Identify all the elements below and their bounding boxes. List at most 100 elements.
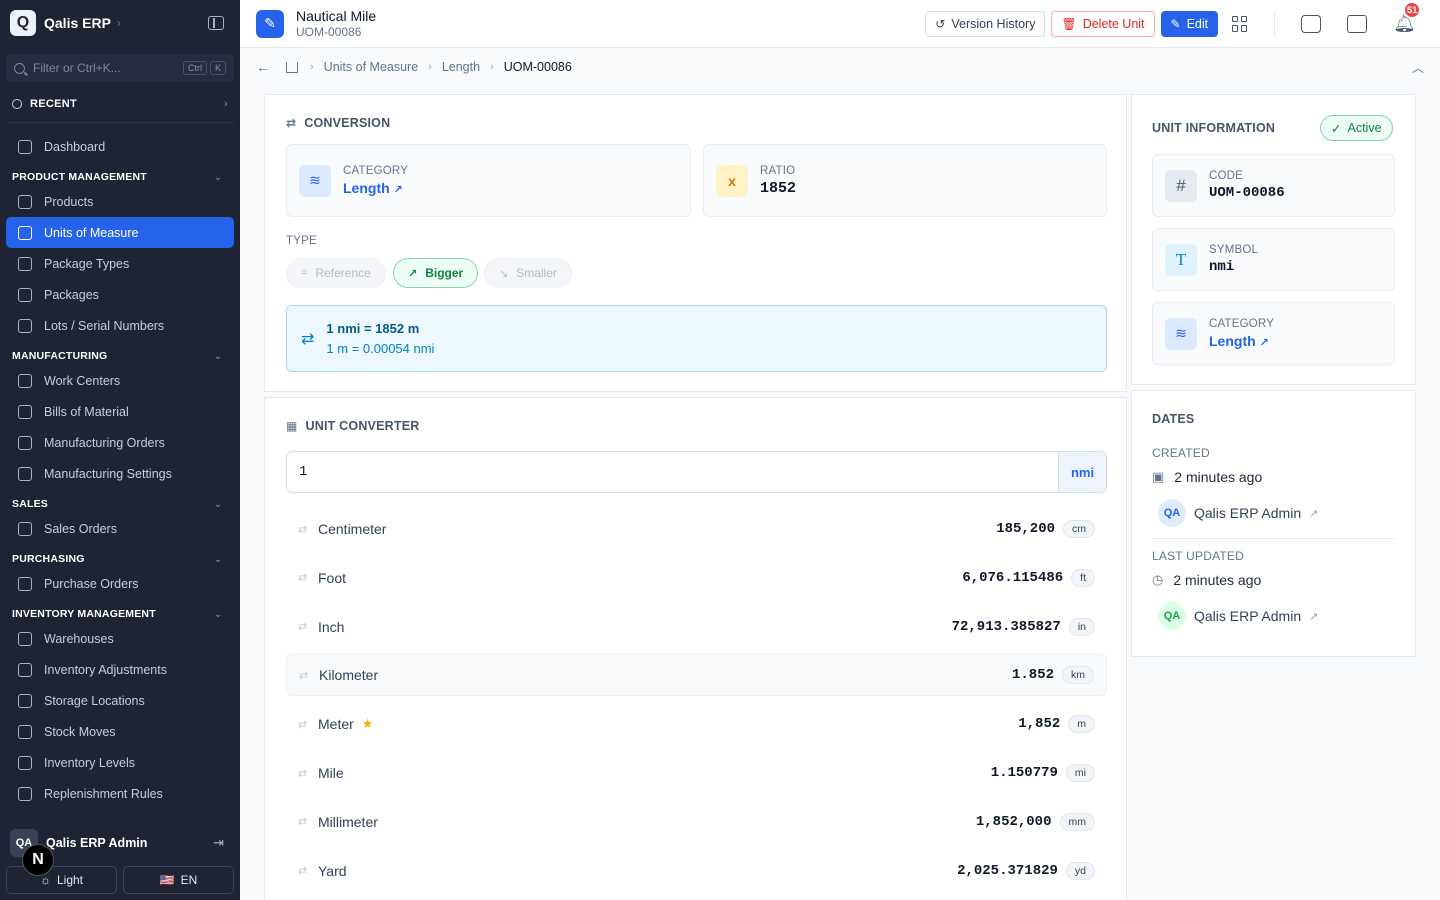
sidebar-item-stock-moves[interactable]: Stock Moves: [6, 716, 234, 747]
updated-by-link[interactable]: QA Qalis ERP Admin ↗: [1158, 602, 1318, 630]
sidebar-section-2[interactable]: SALES ⌄: [0, 495, 240, 513]
sidebar-item-package-types[interactable]: Package Types: [6, 248, 234, 279]
nav-sections: PRODUCT MANAGEMENT ⌄ Products Units of Meas…: [0, 168, 240, 809]
chevron-up-icon[interactable]: ︿: [1412, 59, 1424, 76]
sidebar-item-storage-locations[interactable]: Storage Locations: [6, 685, 234, 716]
sidebar-item-replenishment-rules[interactable]: Replenishment Rules: [6, 778, 234, 809]
converter-row[interactable]: ⇄ Mile 1.150779 mi: [286, 752, 1107, 794]
sidebar-item-warehouses[interactable]: Warehouses: [6, 623, 234, 654]
sidebar-item-products[interactable]: Products: [6, 186, 234, 217]
unit-symbol-badge: ft: [1071, 568, 1095, 587]
version-history-label: Version History: [951, 16, 1036, 31]
type-reference-label: Reference: [315, 266, 371, 280]
breadcrumb-units-of-measure[interactable]: Units of Measure: [324, 60, 418, 74]
breadcrumb-separator: ›: [428, 61, 432, 73]
sidebar-section-0[interactable]: PRODUCT MANAGEMENT ⌄: [0, 168, 240, 186]
chevron-right-icon: ›: [116, 16, 121, 30]
sidebar-item-label: Manufacturing Orders: [44, 435, 165, 450]
sidebar-item-units-of-measure[interactable]: Units of Measure: [6, 217, 234, 248]
created-by-link[interactable]: QA Qalis ERP Admin ↗: [1158, 499, 1318, 527]
converter-row[interactable]: ⇄ Foot 6,076.115486 ft: [286, 557, 1107, 599]
sidebar-collapse-icon[interactable]: [208, 16, 224, 30]
sidebar-item-manufacturing-orders[interactable]: Manufacturing Orders: [6, 427, 234, 458]
notification-count-badge: 51: [1403, 1, 1422, 19]
theme-toggle-button[interactable]: ☼ Light: [6, 866, 117, 894]
code-value: UOM-00086: [1209, 185, 1285, 201]
nav-item-icon: [18, 521, 32, 536]
formula-forward: 1 nmi = 1852 m: [326, 321, 420, 336]
divider: [6, 122, 234, 123]
delete-unit-button[interactable]: 🗑 Delete Unit: [1051, 10, 1155, 37]
sidebar-item-label: Dashboard: [44, 139, 106, 154]
sidebar-item-dashboard[interactable]: Dashboard: [6, 131, 234, 162]
conversion-title-text: CONVERSION: [304, 116, 391, 130]
recent-toggle[interactable]: RECENT ›: [12, 98, 228, 110]
breadcrumb-length[interactable]: Length: [442, 60, 480, 74]
back-arrow-icon[interactable]: ←: [256, 59, 270, 75]
breadcrumb-separator: ›: [490, 61, 494, 73]
converter-row[interactable]: ⇄ Yard 2,025.371829 yd: [286, 850, 1107, 892]
updated-by-name: Qalis ERP Admin: [1194, 608, 1302, 624]
chat-icon[interactable]: [1347, 14, 1368, 33]
home-icon[interactable]: [286, 61, 298, 73]
sidebar-item-label: Storage Locations: [44, 693, 145, 708]
recent-label: RECENT: [30, 98, 78, 110]
unit-name: Millimeter: [318, 813, 378, 830]
n-badge[interactable]: N: [22, 844, 54, 876]
converter-row[interactable]: ⇄ Centimeter 185,200 cm: [286, 508, 1107, 550]
star-icon: ★: [361, 716, 374, 732]
sidebar-filter-input[interactable]: Filter or Ctrl+K... Ctrl K: [6, 54, 234, 82]
category-label: CATEGORY: [343, 165, 409, 177]
sidebar-item-label: Work Centers: [44, 373, 121, 388]
sidebar-item-sales-orders[interactable]: Sales Orders: [6, 513, 234, 544]
nav-item-icon: [18, 662, 32, 677]
nav-item-icon: [18, 225, 32, 240]
sidebar-item-lots-serial-numbers[interactable]: Lots / Serial Numbers: [6, 310, 234, 341]
converted-value: 2,025.371829: [957, 862, 1058, 879]
sidebar-item-bills-of-material[interactable]: Bills of Material: [6, 396, 234, 427]
sidebar-section-1[interactable]: MANUFACTURING ⌄: [0, 347, 240, 365]
calculator-icon: ▦: [286, 419, 298, 433]
version-history-button[interactable]: ↺ Version History: [925, 10, 1046, 37]
converter-row[interactable]: ⇄ Millimeter 1,852,000 mm: [286, 801, 1107, 843]
sidebar-item-manufacturing-settings[interactable]: Manufacturing Settings: [6, 458, 234, 489]
converter-row[interactable]: ⇄ Meter ★ 1,852 m: [286, 703, 1107, 745]
logout-icon[interactable]: ⇥: [213, 835, 224, 851]
breadcrumb-current: UOM-00086: [503, 60, 572, 74]
external-link-icon: ↗: [393, 184, 403, 196]
converted-value: 1,852: [1018, 716, 1061, 733]
sidebar-item-inventory-levels[interactable]: Inventory Levels: [6, 747, 234, 778]
converter-input-value[interactable]: 1: [287, 452, 1058, 492]
info-category-tile: ≋ CATEGORY Length ↗: [1152, 302, 1395, 365]
category-link[interactable]: Length ↗: [343, 180, 408, 196]
edit-button[interactable]: ✎ Edit: [1160, 10, 1219, 37]
type-bigger: ↗ Bigger: [393, 258, 479, 288]
language-button[interactable]: 🇺🇸 EN: [123, 866, 234, 894]
converter-row[interactable]: ⇄ Kilometer 1.852 km: [286, 654, 1107, 697]
unit-name: Mile: [318, 765, 344, 781]
robot-icon[interactable]: [1301, 14, 1322, 33]
sidebar-section-4[interactable]: INVENTORY MANAGEMENT ⌄: [0, 605, 240, 623]
chevron-down-icon: ⌄: [214, 498, 222, 509]
brand[interactable]: Q Qalis ERP ›: [0, 0, 240, 46]
sidebar-item-purchase-orders[interactable]: Purchase Orders: [6, 568, 234, 599]
sidebar-section-title: INVENTORY MANAGEMENT: [12, 608, 156, 620]
sidebar-item-label: Sales Orders: [44, 521, 117, 536]
category-value: Length: [343, 180, 390, 196]
created-label: CREATED: [1152, 446, 1210, 460]
sidebar-item-inventory-adjustments[interactable]: Inventory Adjustments: [6, 654, 234, 685]
converter-input[interactable]: 1 nmi: [286, 451, 1107, 493]
nav-item-icon: [18, 576, 32, 591]
unit-converter-card: ▦ UNIT CONVERTER 1 nmi ⇄ Centimeter 185,20…: [264, 397, 1127, 900]
notifications-button[interactable]: 🔔︎ 51: [1393, 1, 1422, 34]
info-category-link[interactable]: Length ↗: [1209, 333, 1274, 349]
apps-grid-icon[interactable]: [1232, 15, 1248, 32]
sidebar-section-3[interactable]: PURCHASING ⌄: [0, 550, 240, 568]
converter-row[interactable]: ⇄ Inch 72,913.385827 in: [286, 606, 1107, 648]
nav-item-icon: [18, 755, 32, 770]
created-text: 2 minutes ago: [1174, 469, 1263, 485]
sidebar-section-title: SALES: [12, 498, 49, 510]
sidebar-item-packages[interactable]: Packages: [6, 279, 234, 310]
sidebar-item-work-centers[interactable]: Work Centers: [6, 365, 234, 396]
nav-item-icon: [18, 435, 32, 450]
